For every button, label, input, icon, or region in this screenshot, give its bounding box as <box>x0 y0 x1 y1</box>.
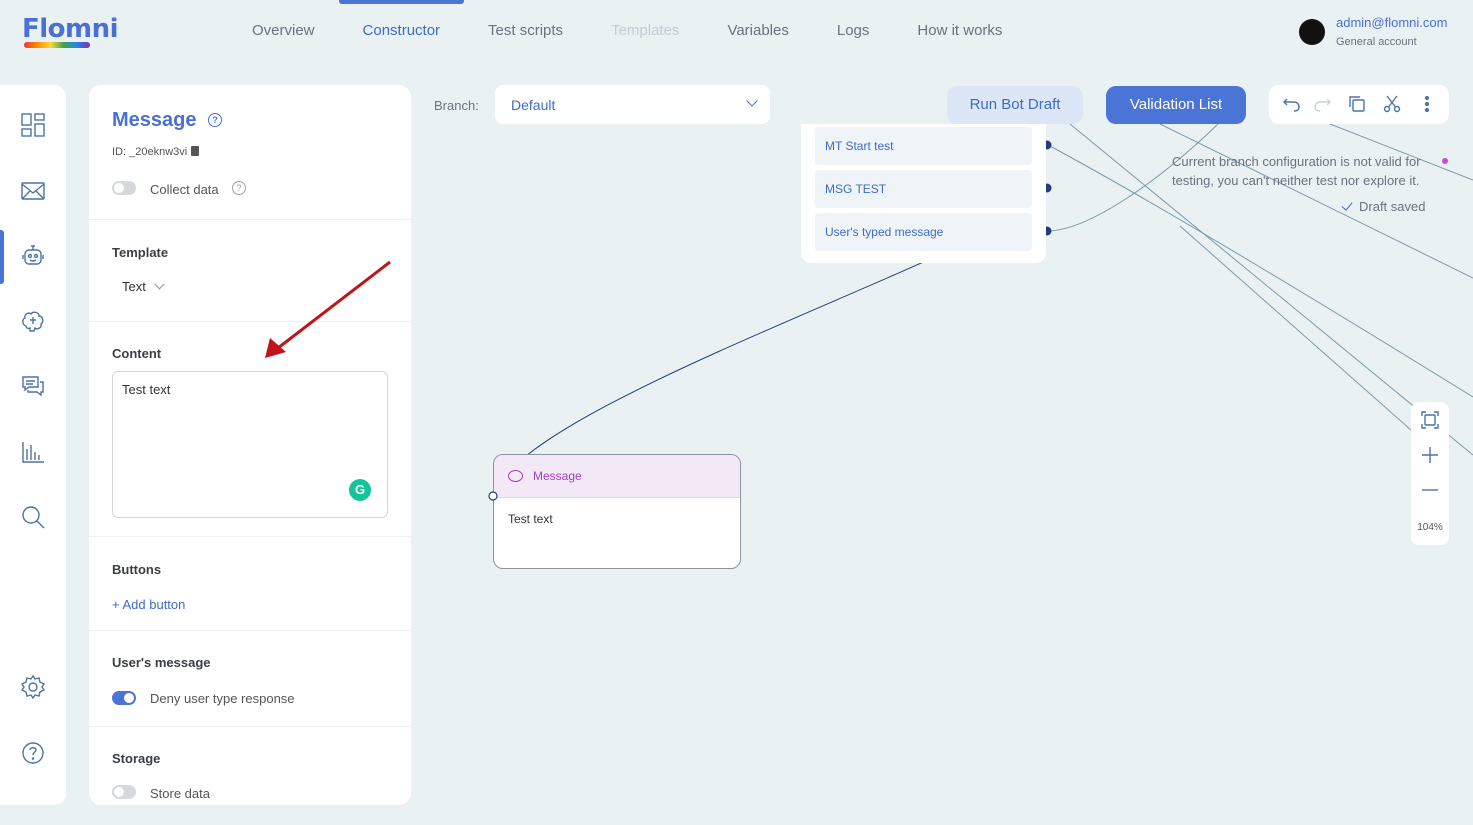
annotation-arrow <box>265 260 391 358</box>
